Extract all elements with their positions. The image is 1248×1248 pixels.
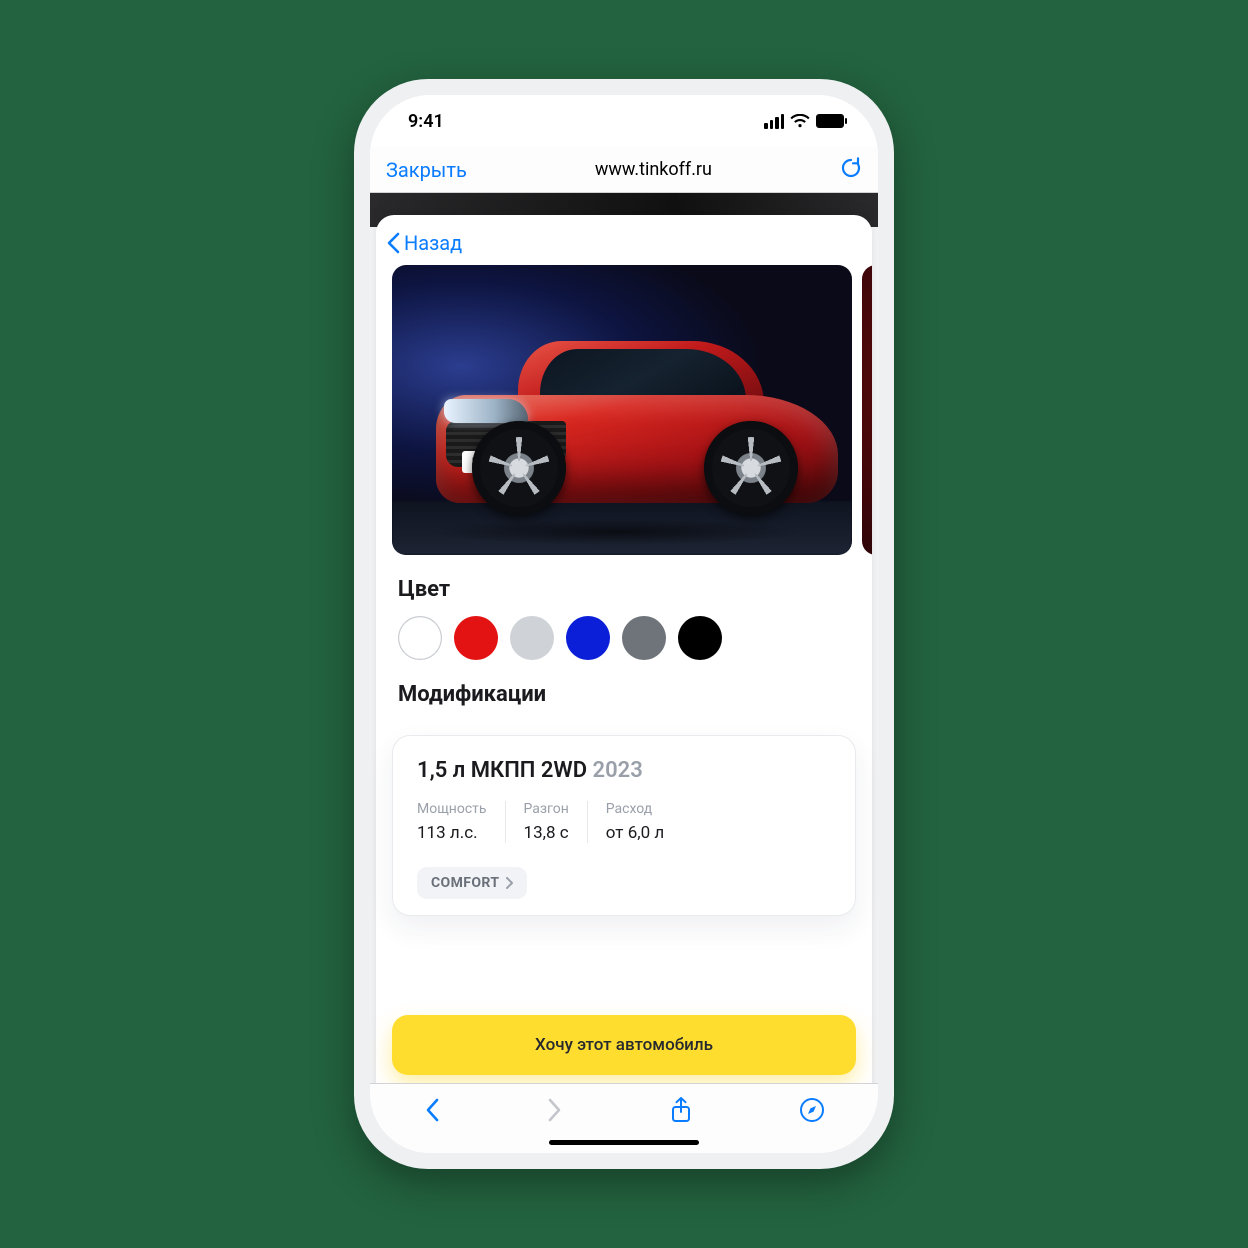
compass-icon [799,1097,825,1123]
spec-2: Расход от 6,0 л [587,801,682,843]
spec-1: Разгон 13,8 с [505,801,587,843]
phone-frame: 9:41 Закрыть www.tinkoff.ru [354,79,894,1169]
status-bar: 9:41 [370,95,878,147]
reload-button[interactable] [840,156,862,184]
safari-compass-button[interactable] [799,1097,825,1127]
phone-screen: 9:41 Закрыть www.tinkoff.ru [370,95,878,1153]
color-swatch-5[interactable] [678,616,722,660]
spec-value: 13,8 с [524,823,569,843]
nav-forward-button [547,1097,563,1127]
modifications-section-title: Модификации [376,660,872,721]
home-indicator[interactable] [549,1140,699,1145]
color-swatch-3[interactable] [566,616,610,660]
spec-label: Расход [606,801,664,817]
spec-label: Мощность [417,801,487,817]
status-time: 9:41 [408,111,444,132]
car-image-next[interactable] [862,265,872,555]
page-url[interactable]: www.tinkoff.ru [595,159,712,180]
color-swatch-1[interactable] [454,616,498,660]
spec-0: Мощность 113 л.с. [417,801,505,843]
color-section-title: Цвет [376,555,872,616]
car-image[interactable]: KAIYI X3 [392,265,852,555]
battery-icon [816,114,844,128]
chevron-left-icon [424,1097,440,1123]
trim-chip[interactable]: COMFORT [417,867,527,899]
modification-card[interactable]: 1,5 л МКПП 2WD 2023 Мощность 113 л.с. Разг… [392,735,856,916]
share-button[interactable] [670,1096,692,1128]
chevron-left-icon [386,232,400,254]
spec-value: 113 л.с. [417,823,487,843]
color-swatch-4[interactable] [622,616,666,660]
status-icons [764,114,844,129]
color-picker [376,616,872,660]
nav-back-button[interactable] [424,1097,440,1127]
chevron-right-icon [547,1097,563,1123]
spec-value: от 6,0 л [606,823,664,843]
share-icon [670,1096,692,1124]
color-swatch-0[interactable] [398,616,442,660]
cellular-signal-icon [764,114,784,129]
car-gallery[interactable]: KAIYI X3 [376,265,872,555]
want-car-button[interactable]: Хочу этот автомобиль [392,1015,856,1075]
back-label: Назад [404,231,462,255]
chevron-right-icon [505,877,513,889]
wifi-icon [790,114,810,128]
safari-top-bar: Закрыть www.tinkoff.ru [370,147,878,193]
color-swatch-2[interactable] [510,616,554,660]
spec-label: Разгон [524,801,569,817]
back-button[interactable]: Назад [376,227,872,265]
product-sheet: Назад KAIYI X3 [376,215,872,1153]
spec-row: Мощность 113 л.с. Разгон 13,8 с Расход от 6,0… [417,801,831,843]
close-button[interactable]: Закрыть [386,158,467,182]
page-content: Назад KAIYI X3 [370,193,878,1153]
modification-title: 1,5 л МКПП 2WD 2023 [417,758,831,783]
